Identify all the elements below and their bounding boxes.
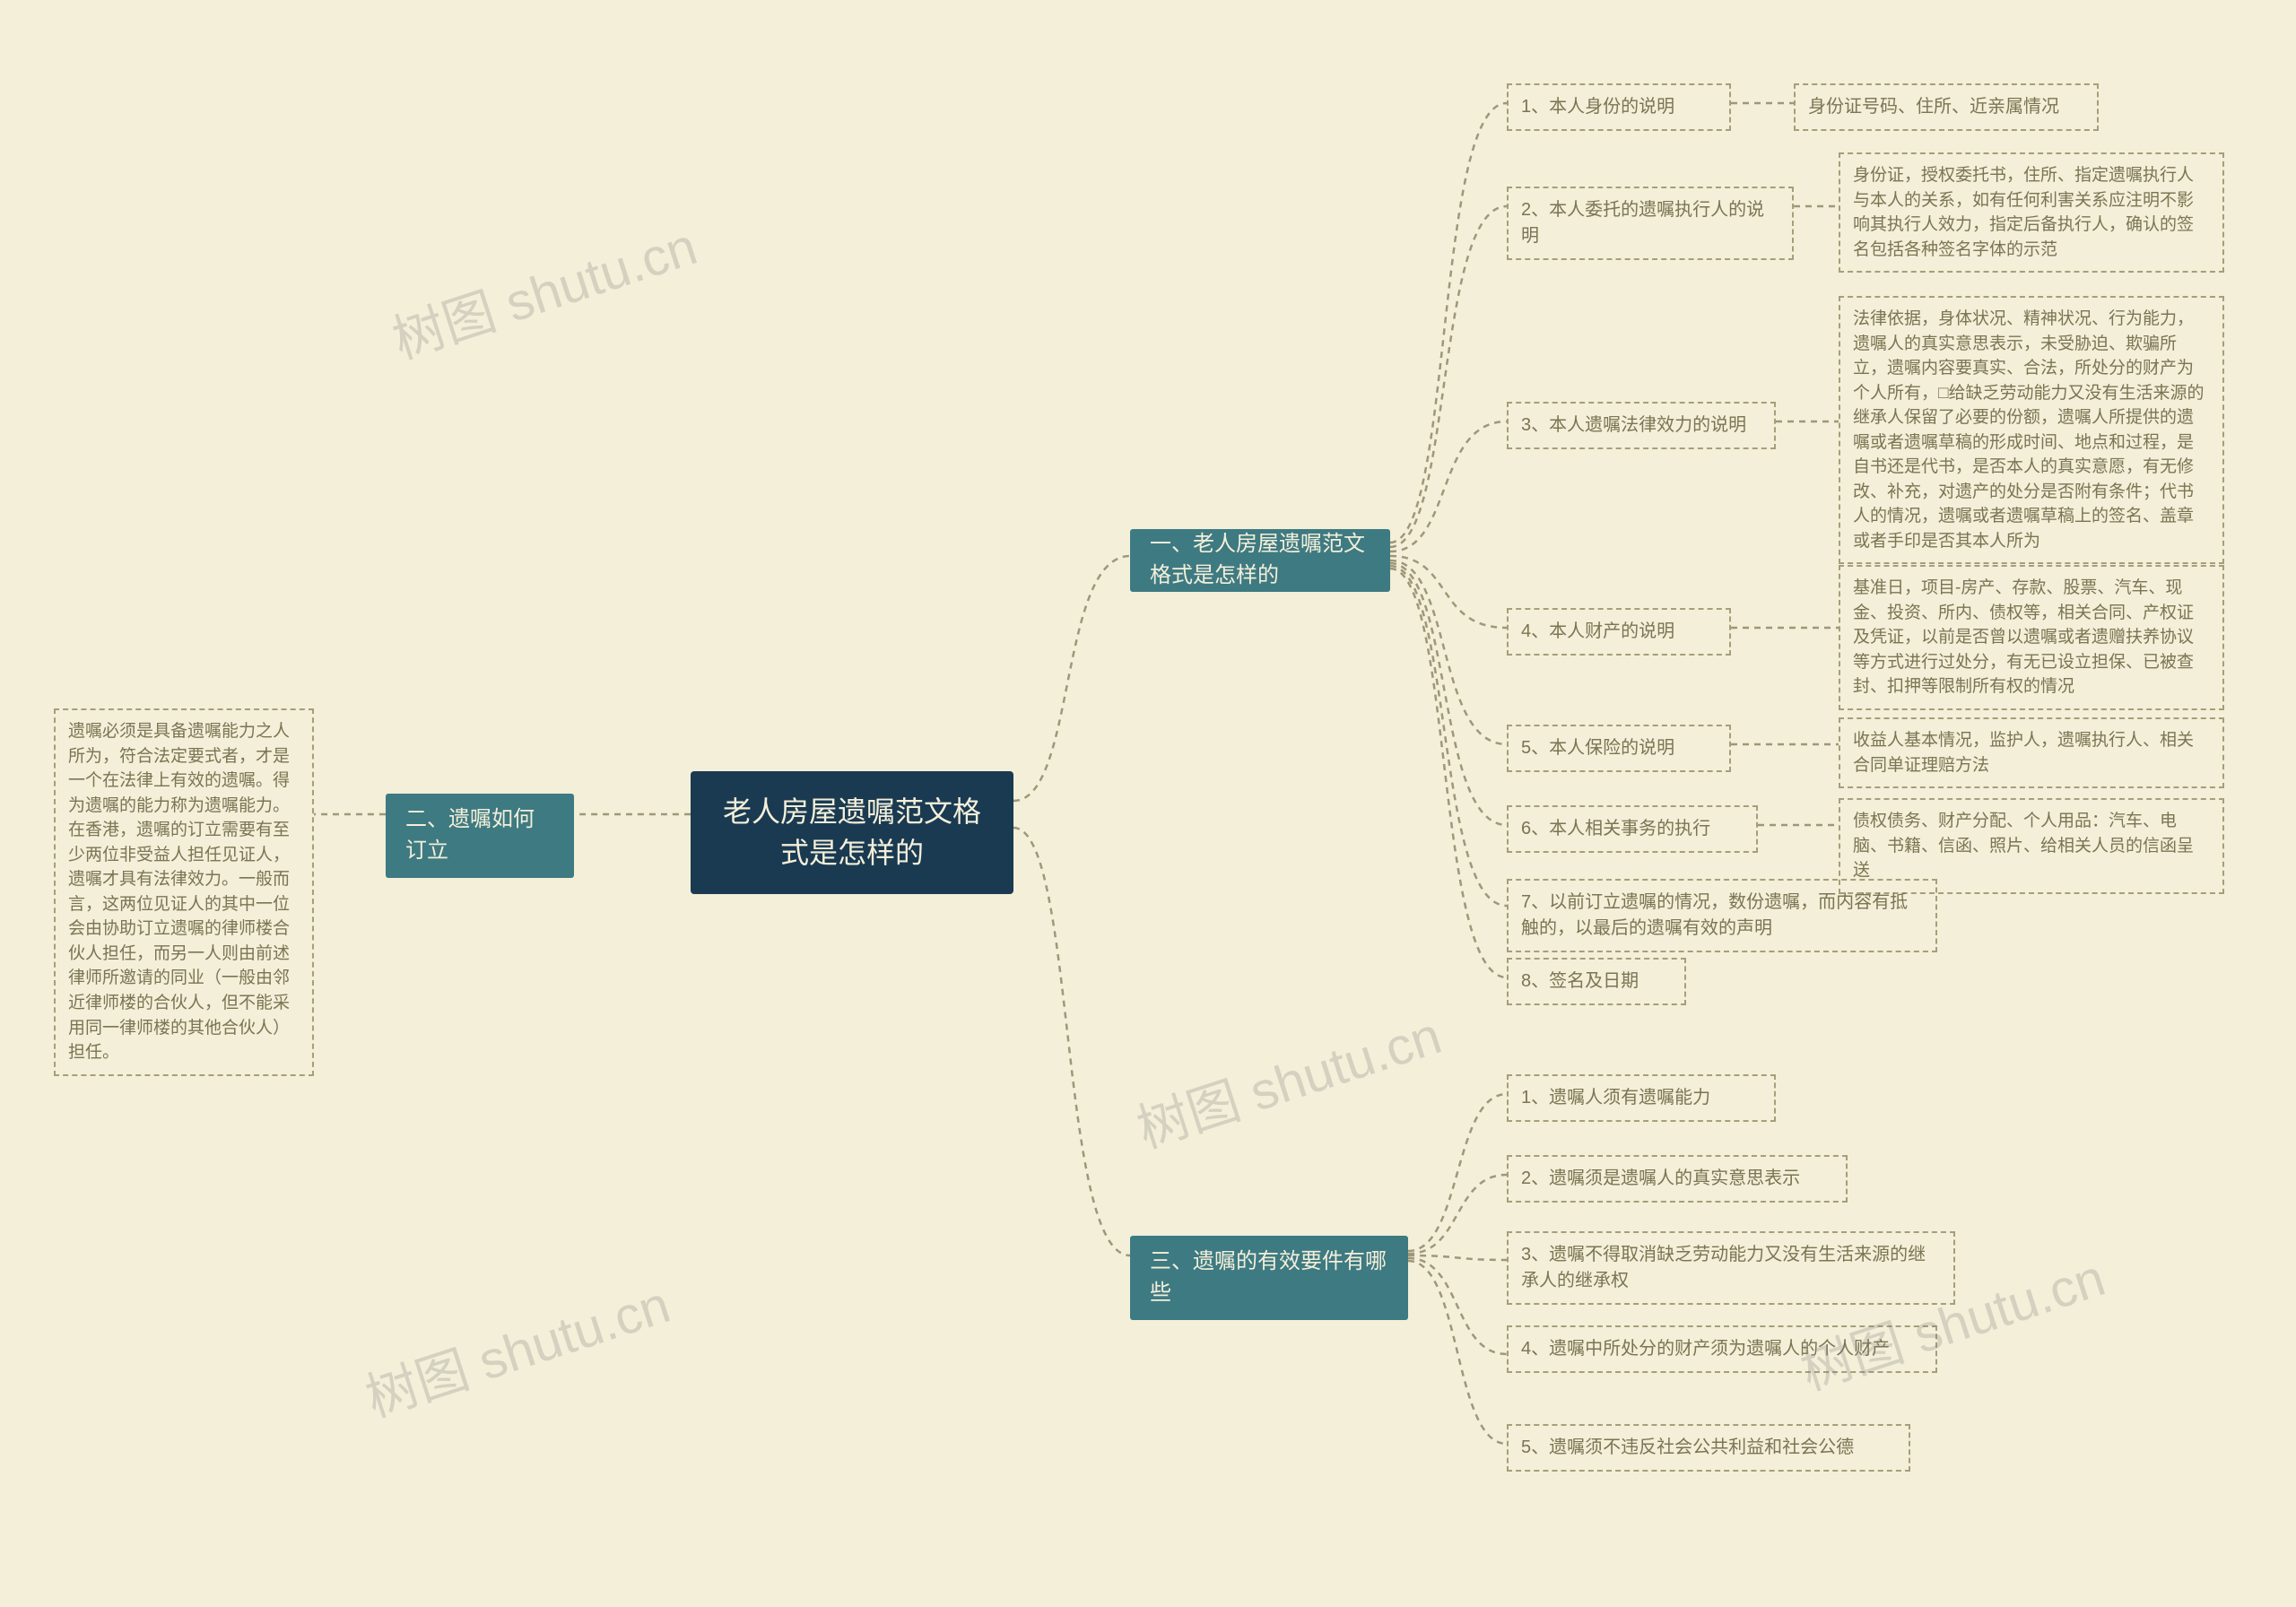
s3-n4-text: 4、遗嘱中所处分的财产须为遗嘱人的个人财产 <box>1521 1336 1890 1362</box>
s1-n7-label: 7、以前订立遗嘱的情况，数份遗嘱，而内容有抵触的，以最后的遗嘱有效的声明 <box>1521 890 1923 942</box>
s1-n6-detail-text: 债权债务、财产分配、个人用品：汽车、电脑、书籍、信函、照片、给相关人员的信函呈送 <box>1853 809 2210 883</box>
s1-n3: 3、本人遗嘱法律效力的说明 <box>1507 402 1776 449</box>
s1-n1-detail-text: 身份证号码、住所、近亲属情况 <box>1808 94 2059 120</box>
s1-n7: 7、以前订立遗嘱的情况，数份遗嘱，而内容有抵触的，以最后的遗嘱有效的声明 <box>1507 879 1937 952</box>
root-node[interactable]: 老人房屋遗嘱范文格式是怎样的 <box>691 771 1013 894</box>
s1-n2-detail-text: 身份证，授权委托书，住所、指定遗嘱执行人与本人的关系，如有任何利害关系应注明不影… <box>1853 163 2210 262</box>
s3-n2-text: 2、遗嘱须是遗嘱人的真实意思表示 <box>1521 1166 1800 1192</box>
watermark: 树图 shutu.cn <box>355 1263 678 1431</box>
root-title: 老人房屋遗嘱范文格式是怎样的 <box>719 791 985 874</box>
s1-n6-label: 6、本人相关事务的执行 <box>1521 816 1710 842</box>
s1-n6: 6、本人相关事务的执行 <box>1507 805 1758 853</box>
s3-n3: 3、遗嘱不得取消缺乏劳动能力又没有生活来源的继承人的继承权 <box>1507 1231 1955 1305</box>
s3-n2: 2、遗嘱须是遗嘱人的真实意思表示 <box>1507 1155 1848 1203</box>
s3-n1: 1、遗嘱人须有遗嘱能力 <box>1507 1074 1776 1122</box>
branch-1[interactable]: 一、老人房屋遗嘱范文格式是怎样的 <box>1130 529 1390 592</box>
s3-n1-text: 1、遗嘱人须有遗嘱能力 <box>1521 1085 1710 1111</box>
branch-3-label: 三、遗嘱的有效要件有哪些 <box>1150 1247 1388 1309</box>
s1-n5: 5、本人保险的说明 <box>1507 725 1731 772</box>
s1-n3-detail: 法律依据，身体状况、精神状况、行为能力，遗嘱人的真实意思表示，未受胁迫、欺骗所立… <box>1839 296 2224 564</box>
s1-n8: 8、签名及日期 <box>1507 958 1686 1005</box>
s1-n4: 4、本人财产的说明 <box>1507 608 1731 656</box>
s1-n1-detail: 身份证号码、住所、近亲属情况 <box>1794 83 2099 131</box>
watermark: 树图 shutu.cn <box>1126 994 1449 1162</box>
s1-n5-detail-text: 收益人基本情况，监护人，遗嘱执行人、相关合同单证理赔方法 <box>1853 728 2210 777</box>
s1-n2: 2、本人委托的遗嘱执行人的说明 <box>1507 187 1794 260</box>
s1-n1-label: 1、本人身份的说明 <box>1521 94 1674 120</box>
s3-n5-text: 5、遗嘱须不违反社会公共利益和社会公德 <box>1521 1435 1854 1461</box>
watermark: 树图 shutu.cn <box>382 204 705 373</box>
s3-n3-text: 3、遗嘱不得取消缺乏劳动能力又没有生活来源的继承人的继承权 <box>1521 1242 1941 1294</box>
s1-n4-label: 4、本人财产的说明 <box>1521 619 1674 645</box>
branch-3[interactable]: 三、遗嘱的有效要件有哪些 <box>1130 1236 1408 1320</box>
s1-n3-detail-text: 法律依据，身体状况、精神状况、行为能力，遗嘱人的真实意思表示，未受胁迫、欺骗所立… <box>1853 307 2210 553</box>
s3-n4: 4、遗嘱中所处分的财产须为遗嘱人的个人财产 <box>1507 1325 1937 1373</box>
s1-n8-label: 8、签名及日期 <box>1521 969 1639 995</box>
branch-2-label: 二、遗嘱如何订立 <box>405 804 554 867</box>
branch-1-label: 一、老人房屋遗嘱范文格式是怎样的 <box>1150 529 1370 592</box>
s1-n4-detail-text: 基准日，项目-房产、存款、股票、汽车、现金、投资、所内、债权等，相关合同、产权证… <box>1853 576 2210 699</box>
s1-n4-detail: 基准日，项目-房产、存款、股票、汽车、现金、投资、所内、债权等，相关合同、产权证… <box>1839 565 2224 710</box>
s1-n3-label: 3、本人遗嘱法律效力的说明 <box>1521 413 1746 439</box>
s1-n5-label: 5、本人保险的说明 <box>1521 735 1674 761</box>
s1-n1: 1、本人身份的说明 <box>1507 83 1731 131</box>
branch-2[interactable]: 二、遗嘱如何订立 <box>386 794 574 878</box>
s1-n2-detail: 身份证，授权委托书，住所、指定遗嘱执行人与本人的关系，如有任何利害关系应注明不影… <box>1839 152 2224 273</box>
section2-detail: 遗嘱必须是具备遗嘱能力之人所为，符合法定要式者，才是一个在法律上有效的遗嘱。得为… <box>54 708 314 1076</box>
s1-n5-detail: 收益人基本情况，监护人，遗嘱执行人、相关合同单证理赔方法 <box>1839 717 2224 788</box>
section2-detail-text: 遗嘱必须是具备遗嘱能力之人所为，符合法定要式者，才是一个在法律上有效的遗嘱。得为… <box>68 719 300 1065</box>
s1-n2-label: 2、本人委托的遗嘱执行人的说明 <box>1521 197 1779 249</box>
s3-n5: 5、遗嘱须不违反社会公共利益和社会公德 <box>1507 1424 1910 1472</box>
